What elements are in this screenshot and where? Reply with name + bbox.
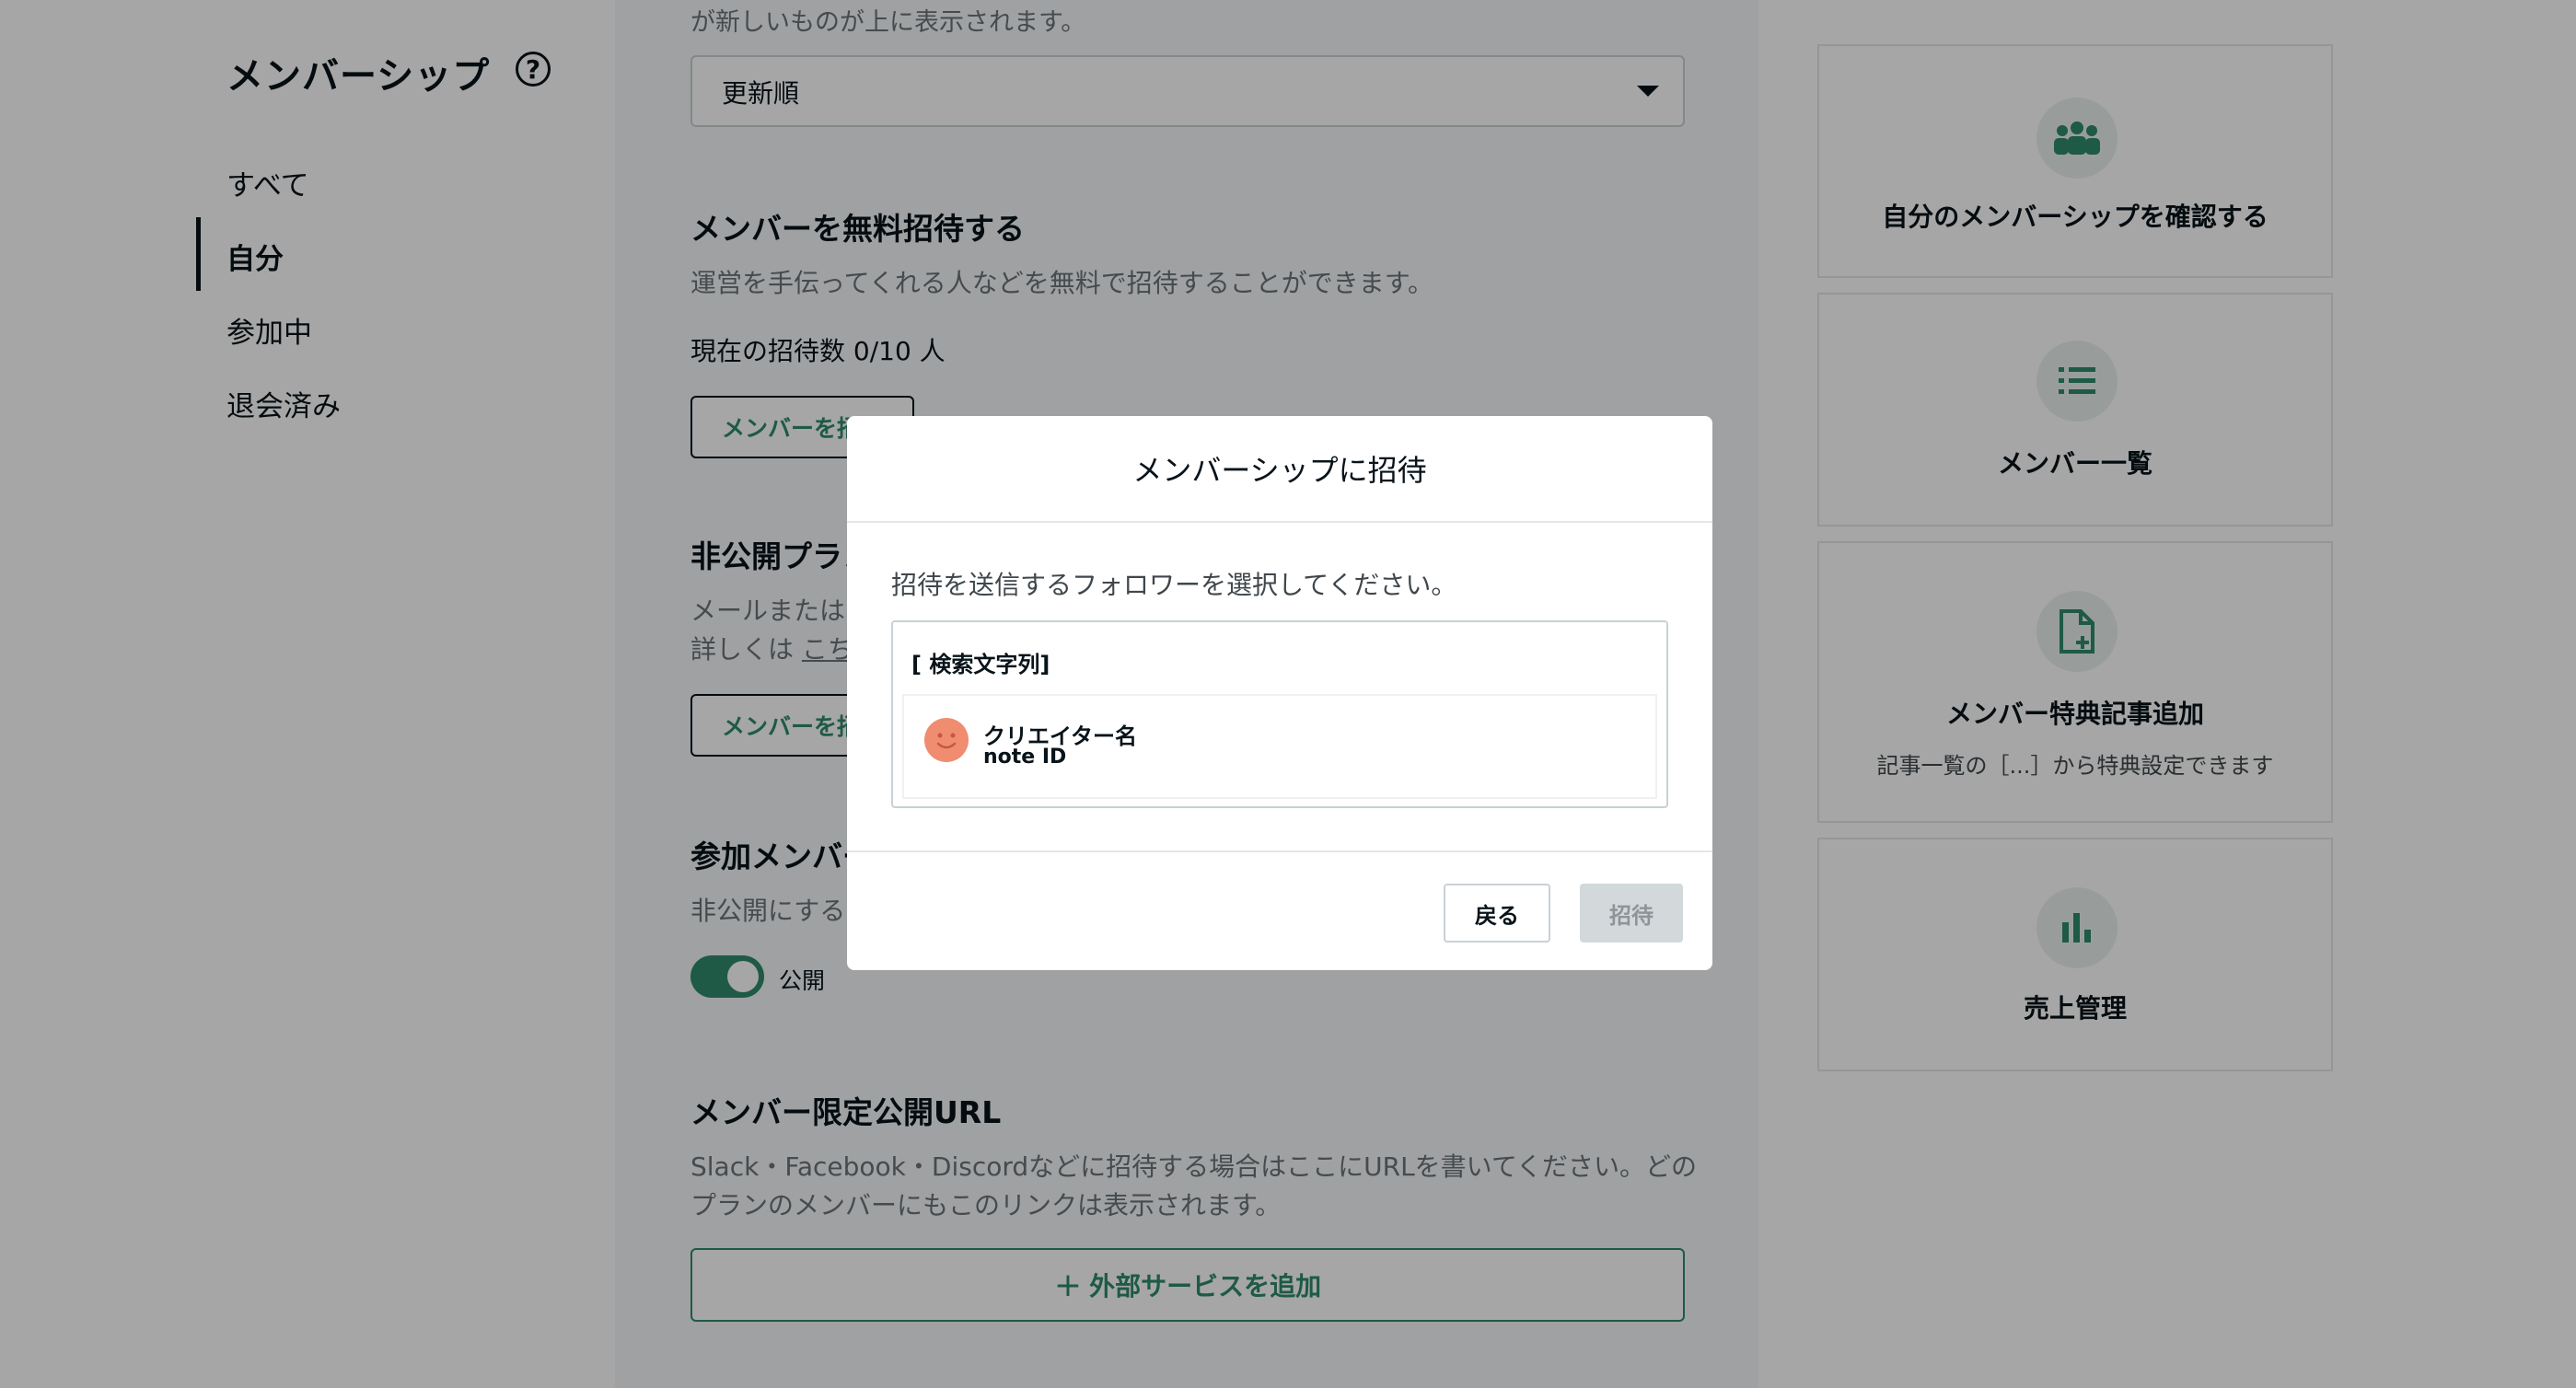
invite-button[interactable]: 招待: [1580, 884, 1683, 943]
avatar: [924, 718, 969, 762]
creator-note-id: note ID: [983, 746, 1067, 769]
follower-search-box[interactable]: [ 検索文字列] クリエイター名 note ID: [891, 620, 1668, 808]
smile-face-icon: [936, 733, 957, 749]
back-button[interactable]: 戻る: [1444, 884, 1550, 943]
modal-title: メンバーシップに招待: [847, 416, 1712, 523]
search-input[interactable]: [ 検索文字列]: [911, 646, 1050, 678]
follower-result-item[interactable]: クリエイター名 note ID: [904, 696, 1655, 797]
invite-modal: メンバーシップに招待 招待を送信するフォロワーを選択してください。 [ 検索文字…: [847, 416, 1712, 970]
modal-footer: 戻る 招待: [847, 850, 1712, 970]
modal-description: 招待を送信するフォロワーを選択してください。: [891, 570, 1457, 600]
